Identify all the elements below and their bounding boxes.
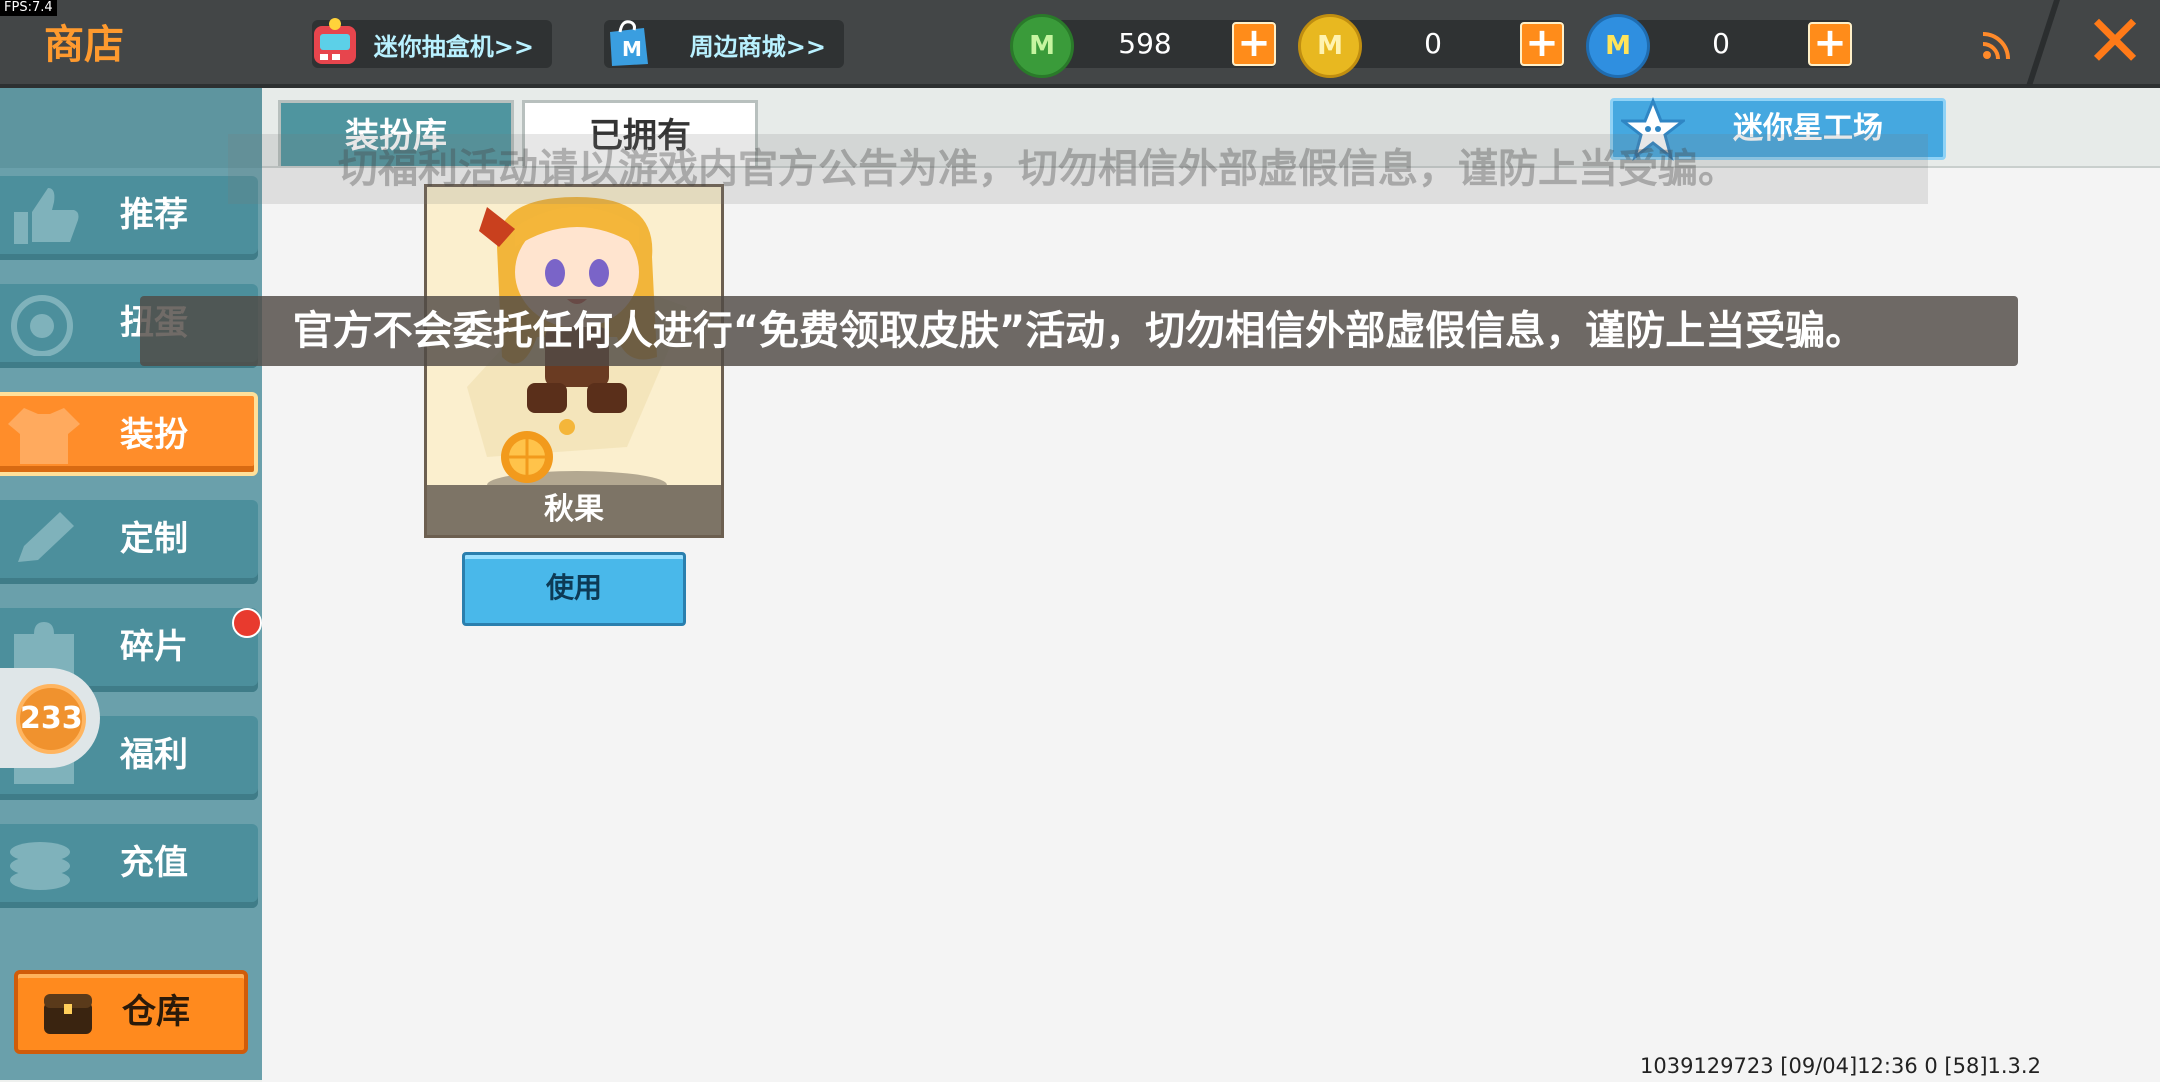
build-info: 1039129723 [09/04]12:36 0 [58]1.3.2 bbox=[1640, 1054, 2041, 1078]
warehouse-label: 仓库 bbox=[122, 992, 190, 1032]
gacha-icon bbox=[11, 295, 73, 356]
fps-counter: FPS:7.4 bbox=[0, 0, 57, 16]
sidebar-item-label: 定制 bbox=[120, 519, 188, 559]
add-mini-bean-button[interactable]: + bbox=[1232, 22, 1276, 66]
mini-bean-icon: M bbox=[1010, 14, 1074, 78]
mini-coin-balance: M 0 + bbox=[1298, 14, 1564, 78]
page-title: 商店 bbox=[44, 22, 124, 68]
sidebar-item-recommend[interactable]: 推荐 bbox=[0, 176, 258, 260]
chest-icon bbox=[44, 994, 92, 1034]
rss-icon[interactable] bbox=[1980, 28, 2014, 62]
sidebar-top bbox=[0, 88, 262, 168]
shopping-bag-icon: M bbox=[596, 12, 658, 74]
sidebar-item-label: 碎片 bbox=[120, 627, 188, 667]
coins-icon bbox=[10, 842, 70, 890]
notice-banner-back: 切福利活动请以游戏内官方公告为准，切勿相信外部虚假信息，谨防上当受骗。 bbox=[228, 134, 1928, 204]
notice-banner-front: 官方不会委托任何人进行“免费领取皮肤”活动，切勿相信外部虚假信息，谨防上当受骗。 bbox=[140, 296, 2018, 366]
sidebar-item-label: 福利 bbox=[120, 735, 188, 775]
mini-point-value: 0 bbox=[1712, 27, 1730, 60]
header-separator bbox=[2026, 0, 2060, 86]
floating-badge: 233 bbox=[16, 684, 86, 754]
merch-store-label: 周边商城>> bbox=[689, 32, 826, 61]
capsule-machine-link[interactable]: 迷你抽盒机>> bbox=[312, 18, 552, 68]
mini-coin-icon: M bbox=[1298, 14, 1362, 78]
mini-bean-balance: M 598 + bbox=[1010, 14, 1276, 78]
shirt-icon bbox=[8, 408, 80, 464]
sidebar-item-dressup[interactable]: 装扮 bbox=[0, 392, 258, 476]
warehouse-button[interactable]: 仓库 bbox=[14, 970, 248, 1054]
add-mini-point-button[interactable]: + bbox=[1808, 22, 1852, 66]
mini-bean-value: 598 bbox=[1118, 27, 1172, 60]
notification-dot bbox=[232, 608, 262, 638]
mini-coin-value: 0 bbox=[1424, 27, 1442, 60]
sidebar-item-custom[interactable]: 定制 bbox=[0, 500, 258, 584]
sidebar-item-recharge[interactable]: 充值 bbox=[0, 824, 258, 908]
sidebar-item-label: 推荐 bbox=[120, 195, 188, 235]
svg-text:M: M bbox=[622, 37, 642, 61]
skin-name: 秋果 bbox=[427, 485, 721, 535]
capsule-machine-icon bbox=[304, 12, 366, 74]
thumbs-up-icon bbox=[14, 188, 79, 244]
sidebar-item-label: 装扮 bbox=[120, 415, 188, 455]
use-skin-button[interactable]: 使用 bbox=[462, 552, 686, 626]
add-mini-coin-button[interactable]: + bbox=[1520, 22, 1564, 66]
mini-point-icon: M bbox=[1586, 14, 1650, 78]
merch-store-link[interactable]: M 周边商城>> bbox=[604, 20, 844, 68]
pencil-icon bbox=[18, 512, 74, 562]
close-icon[interactable]: ✕ bbox=[2080, 5, 2150, 77]
mini-point-balance: M 0 + bbox=[1586, 14, 1852, 78]
top-bar: 商店 迷你抽盒机>> M 周边商城>> M 598 + M 0 + M 0 + … bbox=[0, 0, 2160, 88]
capsule-machine-label: 迷你抽盒机>> bbox=[373, 32, 534, 61]
sidebar-item-label: 充值 bbox=[120, 843, 188, 883]
floating-assistant-button[interactable]: 233 bbox=[0, 668, 100, 768]
